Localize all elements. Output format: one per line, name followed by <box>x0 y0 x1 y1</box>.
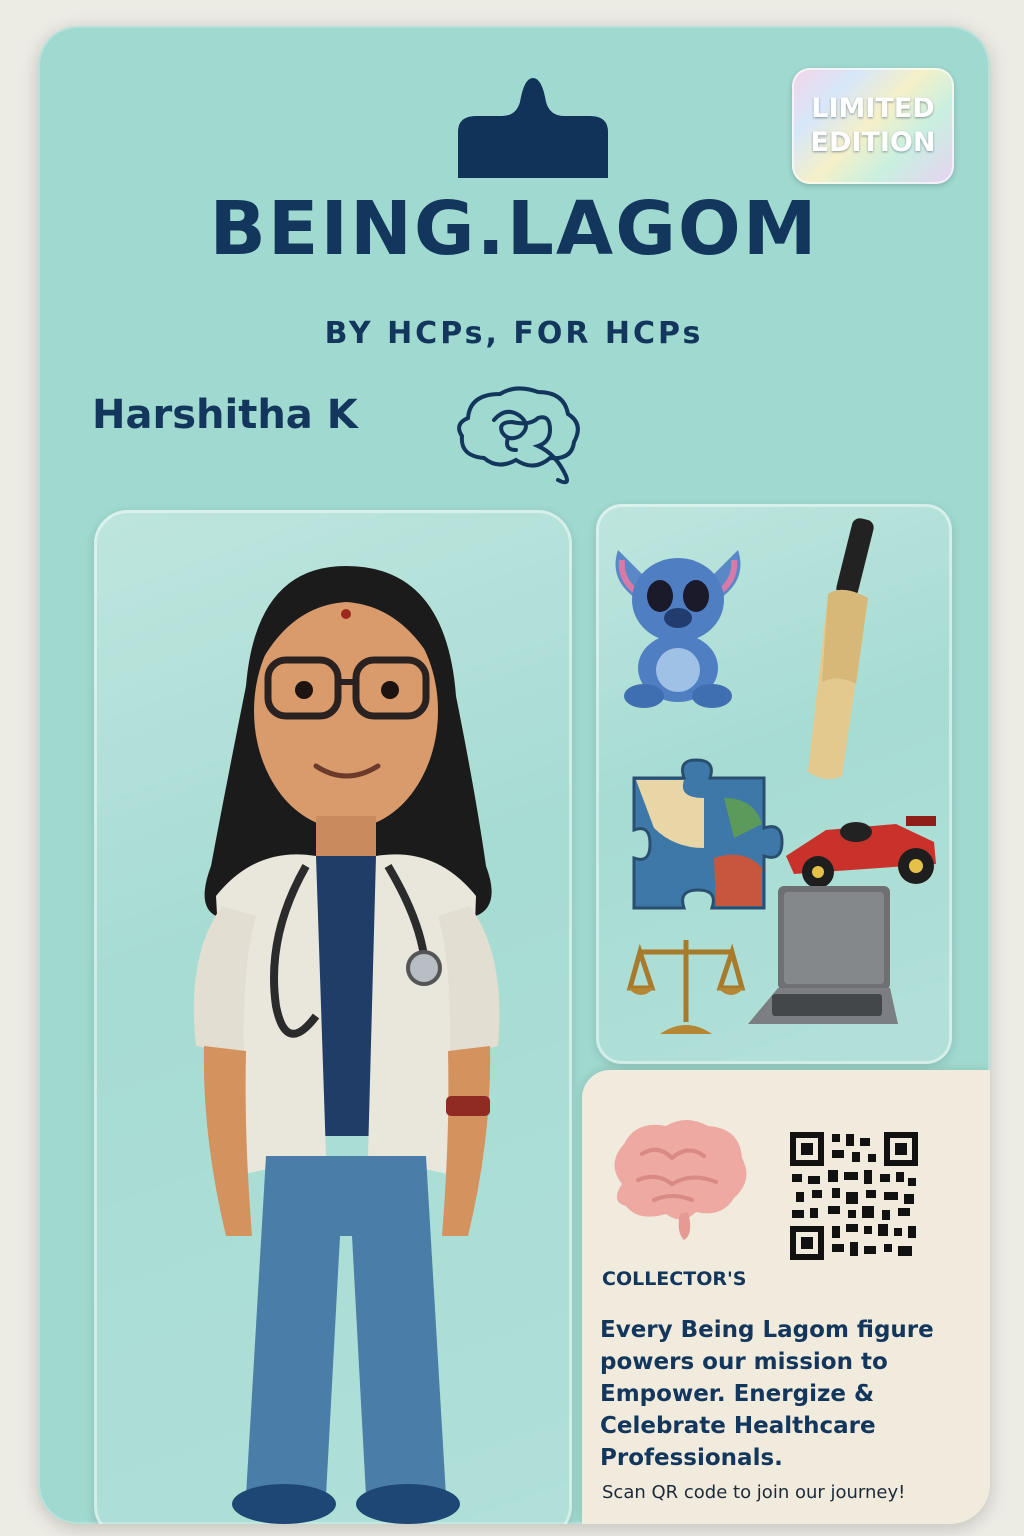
collector-info-panel: COLLECTOR'S Every Being Lagom figure pow… <box>582 1070 990 1524</box>
brand-tagline: BY HCPs, FOR HCPs <box>324 316 704 351</box>
scan-qr-text: Scan QR code to join our journey! <box>602 1482 906 1503</box>
hang-hole <box>458 78 608 178</box>
mission-line: Professionals. <box>600 1445 783 1471</box>
cricket-bat-icon <box>808 518 874 780</box>
stitch-plush-icon <box>615 550 741 708</box>
collector-label: COLLECTOR'S <box>602 1268 747 1290</box>
race-car-icon <box>786 816 936 888</box>
laptop-icon <box>748 886 898 1024</box>
mission-text: Every Being Lagom figure powers our miss… <box>600 1314 970 1474</box>
figure-name: Harshitha K <box>92 392 358 438</box>
mission-line: Every Being Lagom figure <box>600 1317 934 1343</box>
blister-card: LIMITED EDITION BEING.LAGOM BY HCPs, FOR… <box>38 26 990 1524</box>
brain-line-logo-icon <box>457 386 580 485</box>
scales-of-justice-icon <box>626 940 746 1034</box>
limited-edition-badge: LIMITED EDITION <box>792 68 954 184</box>
mission-line: Celebrate Healthcare <box>600 1413 876 1439</box>
brain-plush-icon <box>614 1120 747 1240</box>
mission-line: Empower. Energize & <box>600 1381 875 1407</box>
mission-line: powers our mission to <box>600 1349 888 1375</box>
badge-line2: EDITION <box>810 127 936 158</box>
badge-line1: LIMITED <box>811 93 935 124</box>
doctor-figure-icon <box>193 566 500 1524</box>
qr-code[interactable] <box>788 1130 920 1262</box>
brand-title: BEING.LAGOM <box>209 186 819 272</box>
